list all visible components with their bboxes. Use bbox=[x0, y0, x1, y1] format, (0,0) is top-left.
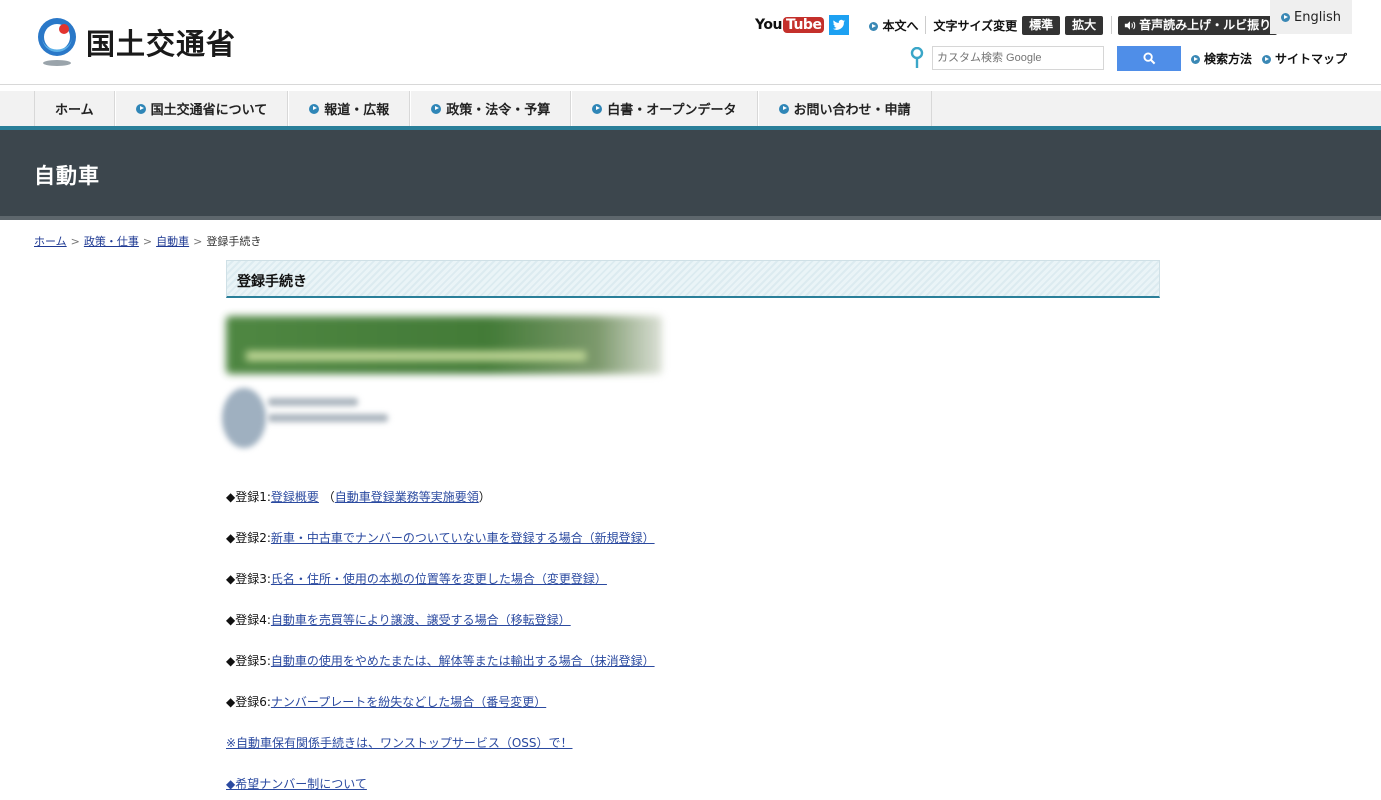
nav-item-label: 白書・オープンデータ bbox=[607, 103, 737, 118]
breadcrumb-separator: > bbox=[70, 234, 80, 248]
page-title: 登録手続き bbox=[237, 274, 307, 290]
text-size-standard-button[interactable]: 標準 bbox=[1022, 15, 1061, 35]
site-logo[interactable]: 国土交通省 bbox=[34, 15, 236, 69]
mlit-logo-icon bbox=[38, 18, 76, 66]
english-label: English bbox=[1294, 9, 1341, 25]
paren-close: ） bbox=[478, 490, 491, 504]
breadcrumb-automobile[interactable]: 自動車 bbox=[156, 233, 189, 249]
nav-item-home[interactable]: ホーム bbox=[34, 91, 115, 126]
breadcrumb-home[interactable]: ホーム bbox=[34, 233, 67, 249]
change-registration-link[interactable]: 氏名・住所・使用の本拠の位置等を変更した場合（変更登録） bbox=[271, 572, 607, 586]
arrow-bullet-icon bbox=[1191, 54, 1200, 64]
list-item-prefix: ◆登録1: bbox=[226, 490, 271, 504]
divider bbox=[1111, 16, 1113, 34]
twitter-bird-icon bbox=[833, 19, 846, 30]
arrow-bullet-icon bbox=[869, 21, 879, 31]
arrow-bullet-icon bbox=[309, 103, 320, 114]
divider bbox=[925, 16, 927, 34]
youtube-tube-text: Tube bbox=[782, 17, 825, 33]
text-size-label: 文字サイズ変更 bbox=[933, 18, 1018, 33]
search-help-link[interactable]: 検索方法 bbox=[1191, 50, 1252, 67]
nav-item-contact[interactable]: お問い合わせ・申請 bbox=[757, 91, 932, 126]
voice-reading-label: 音声読み上げ・ルビ振り bbox=[1139, 17, 1272, 32]
new-registration-link[interactable]: 新車・中古車でナンバーのついていない車を登録する場合（新規登録） bbox=[271, 531, 655, 545]
list-item-prefix: ◆登録5: bbox=[226, 654, 271, 668]
utility-bar: You Tube 本文へ 文字サイズ変更 標準 拡大 音声読み上げ・ルビ振り bbox=[755, 14, 1278, 36]
skip-to-content-link[interactable]: 本文へ bbox=[869, 17, 918, 34]
registration-guidelines-link[interactable]: 自動車登録業務等実施要領 bbox=[335, 490, 479, 504]
list-item-prefix: ◆登録6: bbox=[226, 695, 271, 709]
arrow-bullet-icon bbox=[135, 103, 146, 114]
one-stop-service-link[interactable]: ※自動車保有関係手続きは、ワンストップサービス（OSS）で！ bbox=[226, 736, 573, 750]
breadcrumb-policy[interactable]: 政策・仕事 bbox=[84, 233, 139, 249]
nav-item-about[interactable]: 国土交通省について bbox=[114, 91, 289, 126]
page-category-title: 自動車 bbox=[34, 164, 100, 188]
site-header: 国土交通省 You Tube 本文へ 文字サイズ変更 標準 拡大 音声読み上げ・… bbox=[0, 0, 1381, 85]
breadcrumb-current: 登録手続き bbox=[206, 235, 262, 248]
logo-text: 国土交通省 bbox=[86, 27, 237, 61]
arrow-bullet-icon bbox=[431, 103, 442, 114]
arrow-bullet-icon bbox=[778, 103, 789, 114]
list-item: ◆登録1:登録概要 （自動車登録業務等実施要領） bbox=[226, 488, 491, 505]
breadcrumb-separator: > bbox=[142, 234, 153, 248]
nav-item-label: 報道・広報 bbox=[324, 103, 390, 118]
nav-item-policy[interactable]: 政策・法令・予算 bbox=[410, 91, 572, 126]
speaker-icon bbox=[1124, 20, 1136, 30]
list-item-prefix: ◆登録3: bbox=[226, 572, 271, 586]
sitemap-label: サイトマップ bbox=[1275, 51, 1348, 66]
list-item: ◆登録2:新車・中古車でナンバーのついていない車を登録する場合（新規登録） bbox=[226, 529, 655, 546]
english-link[interactable]: English bbox=[1270, 0, 1352, 34]
voice-reading-button[interactable]: 音声読み上げ・ルビ振り bbox=[1118, 15, 1278, 35]
page-banner: 自動車 bbox=[0, 130, 1381, 220]
nav-item-label: ホーム bbox=[55, 103, 94, 118]
global-nav: ホーム 国土交通省について 報道・広報 政策・法令・予算 白書・オープンデータ … bbox=[0, 91, 1381, 127]
nav-item-whitepaper[interactable]: 白書・オープンデータ bbox=[571, 91, 758, 126]
section-heading: 登録手続き bbox=[226, 260, 1160, 298]
number-change-link[interactable]: ナンバープレートを紛失などした場合（番号変更） bbox=[271, 695, 546, 709]
organization-logo-text-image bbox=[268, 398, 388, 434]
arrow-bullet-icon bbox=[1281, 12, 1291, 22]
text-size-large-button[interactable]: 拡大 bbox=[1065, 15, 1104, 35]
nav-item-press[interactable]: 報道・広報 bbox=[288, 91, 411, 126]
paren-open: （ bbox=[322, 490, 335, 504]
search-input[interactable] bbox=[932, 46, 1104, 70]
organization-logo-image[interactable] bbox=[222, 388, 266, 448]
nav-item-label: 政策・法令・予算 bbox=[446, 103, 551, 118]
breadcrumb-separator: > bbox=[193, 234, 203, 248]
list-item: ◆登録5:自動車の使用をやめたまたは、解体等または輸出する場合（抹消登録） bbox=[226, 652, 655, 669]
deregistration-link[interactable]: 自動車の使用をやめたまたは、解体等または輸出する場合（抹消登録） bbox=[271, 654, 655, 668]
sitemap-link[interactable]: サイトマップ bbox=[1262, 50, 1347, 67]
arrow-bullet-icon bbox=[1262, 54, 1272, 64]
search-help-label: 検索方法 bbox=[1204, 51, 1253, 66]
youtube-link[interactable]: You Tube bbox=[755, 17, 825, 33]
list-item-prefix: ◆登録4: bbox=[226, 613, 271, 627]
list-item: ◆希望ナンバー制について bbox=[226, 775, 367, 792]
nav-item-label: 国土交通省について bbox=[150, 103, 268, 118]
banner-stripe bbox=[246, 351, 586, 361]
promo-banner-image[interactable] bbox=[226, 316, 662, 374]
list-item: ※自動車保有関係手続きは、ワンストップサービス（OSS）で！ bbox=[226, 734, 573, 751]
breadcrumb: ホーム > 政策・仕事 > 自動車 > 登録手続き bbox=[34, 233, 261, 249]
transfer-registration-link[interactable]: 自動車を売買等により譲渡、譲受する場合（移転登録） bbox=[271, 613, 571, 627]
skip-to-content-label: 本文へ bbox=[882, 18, 919, 33]
location-pin-icon bbox=[910, 47, 924, 68]
list-item: ◆登録6:ナンバープレートを紛失などした場合（番号変更） bbox=[226, 693, 546, 710]
search-icon bbox=[1142, 51, 1155, 64]
nav-item-label: お問い合わせ・申請 bbox=[793, 103, 911, 118]
search-button[interactable] bbox=[1117, 45, 1181, 71]
list-item: ◆登録4:自動車を売買等により譲渡、譲受する場合（移転登録） bbox=[226, 611, 571, 628]
list-item-prefix: ◆登録2: bbox=[226, 531, 271, 545]
youtube-you-text: You bbox=[755, 17, 782, 33]
list-item: ◆登録3:氏名・住所・使用の本拠の位置等を変更した場合（変更登録） bbox=[226, 570, 607, 587]
preferred-number-link[interactable]: ◆希望ナンバー制について bbox=[226, 777, 367, 791]
registration-overview-link[interactable]: 登録概要 bbox=[271, 490, 319, 504]
twitter-link[interactable] bbox=[829, 15, 850, 35]
arrow-bullet-icon bbox=[592, 103, 603, 114]
search-bar: 検索方法 サイトマップ bbox=[910, 44, 1347, 72]
